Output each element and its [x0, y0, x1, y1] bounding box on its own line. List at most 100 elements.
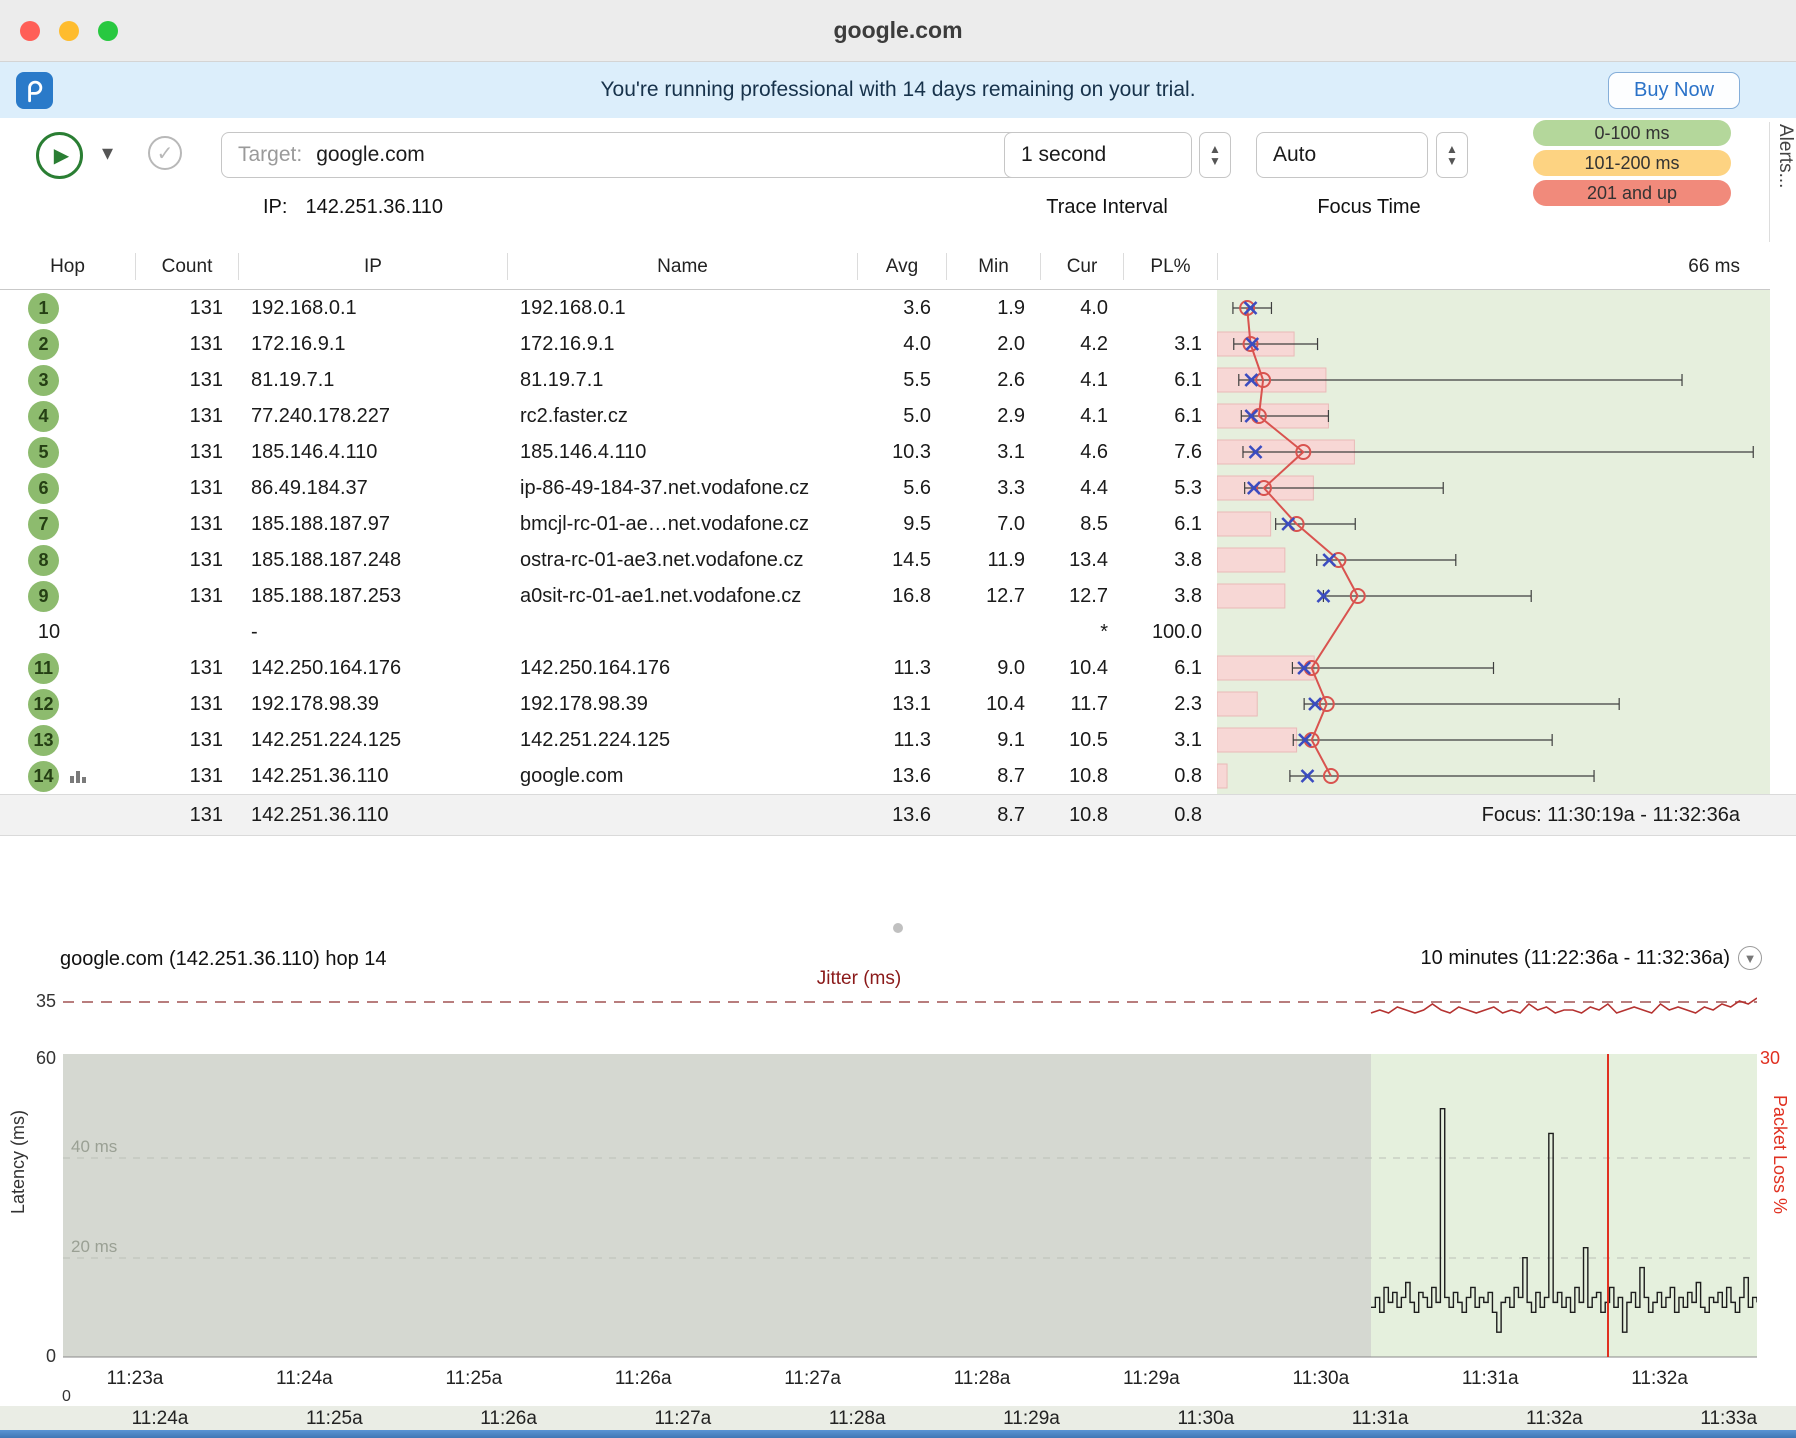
latency-legend: 0-100 ms 101-200 ms 201 and up	[1533, 120, 1731, 210]
cell-cur: 4.1	[1040, 369, 1123, 392]
cell-avg: 4.0	[857, 333, 946, 356]
time-tick-label: 11:31a	[1462, 1368, 1519, 1390]
history-viewport-band[interactable]	[0, 1430, 1796, 1438]
svg-text:20 ms: 20 ms	[71, 1237, 117, 1256]
hop-number-badge: 11	[28, 653, 59, 684]
cell-min: 9.0	[946, 657, 1040, 680]
app-window: google.com You're running professional w…	[0, 0, 1796, 1438]
cell-ip: 185.188.187.248	[238, 549, 507, 572]
hop-number: 10	[28, 621, 70, 644]
table-row[interactable]: 5131185.146.4.110185.146.4.11010.33.14.6…	[0, 434, 1770, 470]
ip-label: IP:	[263, 196, 287, 219]
legend-yellow: 101-200 ms	[1533, 150, 1731, 176]
target-input-label: Target:	[238, 143, 302, 167]
table-row[interactable]: 313181.19.7.181.19.7.15.52.64.16.1	[0, 362, 1770, 398]
cell-name: ip-86-49-184-37.net.vodafone.cz	[507, 477, 857, 500]
time-tick-label: 11:28a	[829, 1408, 886, 1430]
cell-ip: 192.168.0.1	[238, 297, 507, 320]
cell-cur: 13.4	[1040, 549, 1123, 572]
header-cur: Cur	[1040, 253, 1123, 280]
cell-count: 131	[135, 729, 238, 752]
table-row[interactable]: 9131185.188.187.253a0sit-rc-01-ae1.net.v…	[0, 578, 1770, 614]
time-tick-label: 11:29a	[1003, 1408, 1060, 1430]
cell-cur: 10.8	[1040, 765, 1123, 788]
focus-range-label: Focus: 11:30:19a - 11:32:36a	[1217, 804, 1770, 827]
cell-pl: 6.1	[1123, 405, 1217, 428]
cell-ip: 142.251.36.110	[238, 765, 507, 788]
buy-now-button[interactable]: Buy Now	[1608, 72, 1740, 109]
cell-min: 7.0	[946, 513, 1040, 536]
jitter-graph[interactable]	[63, 975, 1757, 1035]
title-bar: google.com	[0, 0, 1796, 62]
cell-name: 185.146.4.110	[507, 441, 857, 464]
table-row[interactable]: 11131142.250.164.176142.250.164.17611.39…	[0, 650, 1770, 686]
timeline-range-selector[interactable]: 10 minutes (11:22:36a - 11:32:36a) ▼	[1421, 946, 1762, 970]
cell-min: 9.1	[946, 729, 1040, 752]
hop-table-header: Hop Count IP Name Avg Min Cur PL% 66 ms	[0, 244, 1770, 290]
timeline-range-chevron-icon[interactable]: ▼	[1738, 946, 1762, 970]
time-tick-label: 11:27a	[784, 1368, 841, 1390]
time-tick-label: 11:25a	[445, 1368, 502, 1390]
cell-avg: 3.6	[857, 297, 946, 320]
cell-name: a0sit-rc-01-ae1.net.vodafone.cz	[507, 585, 857, 608]
minimize-window-button[interactable]	[59, 21, 79, 41]
hop-number-badge: 9	[28, 581, 59, 612]
history-axis-zero-label: 0	[62, 1388, 71, 1406]
target-input[interactable]: Target: google.com ▼	[221, 132, 1109, 178]
close-window-button[interactable]	[20, 21, 40, 41]
start-trace-button[interactable]: ▶	[36, 132, 83, 179]
table-row[interactable]: 413177.240.178.227rc2.faster.cz5.02.94.1…	[0, 398, 1770, 434]
cell-min: 3.3	[946, 477, 1040, 500]
table-row[interactable]: 10-*100.0	[0, 614, 1770, 650]
ip-readout: IP: 142.251.36.110	[263, 196, 443, 219]
cell-pl: 0.8	[1123, 765, 1217, 788]
time-tick-label: 11:27a	[655, 1408, 712, 1430]
header-min: Min	[946, 253, 1040, 280]
latency-min-label: 0	[26, 1346, 56, 1367]
trace-options-chevron-icon[interactable]: ▾	[102, 140, 113, 166]
time-tick-label: 11:28a	[954, 1368, 1011, 1390]
table-row[interactable]: 13131142.251.224.125142.251.224.12511.39…	[0, 722, 1770, 758]
hop-number-badge: 14	[28, 761, 59, 792]
focus-time-input[interactable]: Auto	[1256, 132, 1428, 178]
cell-pl: 6.1	[1123, 657, 1217, 680]
focus-time-stepper[interactable]: ▲▼	[1436, 132, 1468, 178]
target-input-value: google.com	[316, 143, 425, 167]
time-tick-label: 11:32a	[1631, 1368, 1688, 1390]
alerts-pane-handle[interactable]: Alerts...	[1769, 122, 1796, 242]
hop-number-badge: 5	[28, 437, 59, 468]
table-row[interactable]: 1131192.168.0.1192.168.0.13.61.94.0	[0, 290, 1770, 326]
cell-count: 131	[135, 513, 238, 536]
summary-row[interactable]: 131 142.251.36.110 13.6 8.7 10.8 0.8 Foc…	[0, 794, 1796, 836]
zoom-window-button[interactable]	[98, 21, 118, 41]
latency-timeline-graph[interactable]: 40 ms20 ms	[63, 1040, 1757, 1362]
trace-interval-input[interactable]: 1 second	[1004, 132, 1192, 178]
table-row[interactable]: 12131192.178.98.39192.178.98.3913.110.41…	[0, 686, 1770, 722]
table-row[interactable]: 7131185.188.187.97bmcjl-rc-01-ae…net.vod…	[0, 506, 1770, 542]
trace-interval-stepper[interactable]: ▲▼	[1199, 132, 1231, 178]
time-tick-label: 11:29a	[1123, 1368, 1180, 1390]
cell-pl: 100.0	[1123, 621, 1217, 644]
cell-min: 8.7	[946, 765, 1040, 788]
pane-splitter[interactable]	[0, 920, 1796, 936]
hop-rows: 1131192.168.0.1192.168.0.13.61.94.021311…	[0, 290, 1770, 794]
cell-min: 2.6	[946, 369, 1040, 392]
cell-cur: 10.5	[1040, 729, 1123, 752]
cell-avg: 16.8	[857, 585, 946, 608]
cell-min: 2.0	[946, 333, 1040, 356]
cell-cur: 11.7	[1040, 693, 1123, 716]
table-row[interactable]: 8131185.188.187.248ostra-rc-01-ae3.net.v…	[0, 542, 1770, 578]
cell-pl: 3.8	[1123, 585, 1217, 608]
table-row[interactable]: 613186.49.184.37ip-86-49-184-37.net.voda…	[0, 470, 1770, 506]
window-title: google.com	[833, 17, 962, 44]
summary-avg: 13.6	[857, 804, 946, 827]
cell-name: ostra-rc-01-ae3.net.vodafone.cz	[507, 549, 857, 572]
table-row[interactable]: 14131142.251.36.110google.com13.68.710.8…	[0, 758, 1770, 794]
time-tick-label: 11:26a	[480, 1408, 537, 1430]
cell-count: 131	[135, 693, 238, 716]
cell-avg: 10.3	[857, 441, 946, 464]
summary-pl: 0.8	[1123, 804, 1217, 827]
table-row[interactable]: 2131172.16.9.1172.16.9.14.02.04.23.1	[0, 326, 1770, 362]
legend-green: 0-100 ms	[1533, 120, 1731, 146]
legend-red: 201 and up	[1533, 180, 1731, 206]
